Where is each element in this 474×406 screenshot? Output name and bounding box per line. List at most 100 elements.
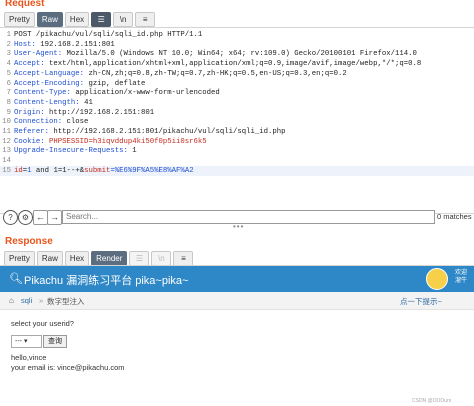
line-number: 4 xyxy=(6,60,11,69)
response-tab-pretty[interactable]: Pretty xyxy=(4,251,35,266)
line-text: Mozilla/5.0 (Windows NT 10.0; Win64; x64… xyxy=(66,50,417,59)
line-text: PHPSESSID xyxy=(49,137,89,146)
newline-toggle-disabled: \n xyxy=(151,251,172,266)
line-text: http://192.168.2.151:801/pikachu/vul/sql… xyxy=(53,128,286,136)
request-line[interactable]: 2 Host: 192.168.2.151:801 xyxy=(0,40,474,50)
request-line[interactable]: 5 Accept-Language: zh-CN,zh;q=0.8,zh-TW;q… xyxy=(0,69,474,79)
settings-gear-icon[interactable]: ⚙ xyxy=(18,210,33,225)
request-line[interactable]: 10 Connection: close xyxy=(0,117,474,127)
line-text: Content-Type: xyxy=(14,89,76,98)
request-line[interactable]: 9 Origin: http://192.168.2.151:801 xyxy=(0,108,474,118)
request-editor[interactable]: 1 POST /pikachu/vul/sqli/sqli_id.php HTTP… xyxy=(0,27,474,214)
breadcrumb-separator: » xyxy=(39,296,44,305)
request-line[interactable]: 7 Content-Type: application/x-www-form-ur… xyxy=(0,88,474,98)
search-input[interactable]: Search... xyxy=(62,210,435,224)
userid-select[interactable]: --- ▾ xyxy=(11,335,42,348)
chevron-down-icon: ▾ xyxy=(23,338,28,345)
line-number: 10 xyxy=(2,118,11,127)
line-text: =h3iqvddup4ki50f0p5ii0sr6k5 xyxy=(88,137,207,146)
line-number: 6 xyxy=(6,79,11,88)
line-text: 1 xyxy=(132,147,137,156)
response-tabs: Pretty Raw Hex Render ☰ \n ≡ xyxy=(4,251,194,266)
line-number: 8 xyxy=(6,98,11,107)
response-title: Response xyxy=(5,236,53,247)
line-text: 41 xyxy=(84,98,93,107)
line-number: 7 xyxy=(6,89,11,98)
request-line[interactable]: 12 Cookie: PHPSESSID=h3iqvddup4ki50f0p5ii… xyxy=(0,137,474,147)
wrap-lines-icon[interactable]: ☰ xyxy=(91,12,112,27)
page-title: Pikachu 漏洞练习平台 pika~pika~ xyxy=(24,275,189,287)
line-text: Accept-Encoding: xyxy=(14,79,89,88)
welcome-text: 欢迎 溜牛 xyxy=(454,270,467,284)
response-tab-raw[interactable]: Raw xyxy=(36,251,63,266)
breadcrumb: ⌂ sqli » 数字型注入 点一下提示~ xyxy=(0,292,474,310)
response-tab-render[interactable]: Render xyxy=(91,251,128,266)
request-line[interactable]: 1 POST /pikachu/vul/sqli/sqli_id.php HTTP… xyxy=(0,30,474,40)
result-hello: hello,vince xyxy=(11,353,47,362)
back-arrow-icon[interactable]: ← xyxy=(33,210,48,225)
home-icon[interactable]: ⌂ xyxy=(9,296,14,305)
line-number: 13 xyxy=(2,147,11,156)
userid-label: select your userid? xyxy=(11,319,74,328)
line-text: text/html,application/xhtml+xml,applicat… xyxy=(49,60,422,69)
line-number: 5 xyxy=(6,69,11,78)
line-text: and 1=1--+& xyxy=(31,166,85,175)
line-number: 15 xyxy=(2,166,11,175)
newline-toggle[interactable]: \n xyxy=(113,12,134,27)
line-number: 3 xyxy=(6,50,11,59)
breadcrumb-current: 数字型注入 xyxy=(47,297,85,306)
request-line[interactable]: 13 Upgrade-Insecure-Requests: 1 xyxy=(0,146,474,156)
line-text: POST /pikachu/vul/sqli/sqli_id.php HTTP/… xyxy=(14,31,203,39)
line-number: 1 xyxy=(6,31,11,39)
resize-handle[interactable]: ••• xyxy=(233,222,244,231)
line-text: Cookie: xyxy=(14,137,50,146)
line-text: http://192.168.2.151:801 xyxy=(49,108,155,117)
line-text: submit xyxy=(84,166,111,175)
response-tab-hex[interactable]: Hex xyxy=(64,251,90,266)
line-text: Referer: xyxy=(14,128,54,136)
request-tabs: Pretty Raw Hex ☰ \n ≡ xyxy=(4,12,156,27)
request-line[interactable]: 3 User-Agent: Mozilla/5.0 (Windows NT 10.… xyxy=(0,49,474,59)
rendered-page: 🔍︎ Pikachu 漏洞练习平台 pika~pika~ 欢迎 溜牛 ⌂ sql… xyxy=(0,265,474,406)
tip-link[interactable]: 点一下提示~ xyxy=(400,296,442,307)
match-count: 0 matches xyxy=(437,212,472,221)
response-menu-icon[interactable]: ≡ xyxy=(173,251,194,266)
request-tab-pretty[interactable]: Pretty xyxy=(4,12,35,27)
line-text: 192.168.2.151:801 xyxy=(40,40,115,49)
request-line[interactable]: 11 Referer: http://192.168.2.151:801/pika… xyxy=(0,127,474,137)
line-text: Connection: xyxy=(14,118,67,127)
line-text: Origin: xyxy=(14,108,50,117)
line-text: User-Agent: xyxy=(14,50,67,59)
watermark: CSDN @OOOurs xyxy=(412,398,452,404)
request-line[interactable]: 8 Content-Length: 41 xyxy=(0,98,474,108)
line-text: zh-CN,zh;q=0.8,zh-TW;q=0.7,zh-HK;q=0.5,e… xyxy=(88,69,347,78)
line-text: =%E6%9F%A5%E8%AF%A2 xyxy=(110,166,194,175)
pikachu-header: 🔍︎ Pikachu 漏洞练习平台 pika~pika~ 欢迎 溜牛 xyxy=(0,266,474,292)
request-line[interactable]: 14 xyxy=(0,156,474,166)
line-text: close xyxy=(66,118,89,127)
line-text: Accept-Language: xyxy=(14,69,89,78)
request-line[interactable]: 6 Accept-Encoding: gzip, deflate xyxy=(0,79,474,89)
line-number: 14 xyxy=(2,157,11,166)
query-button[interactable]: 查询 xyxy=(43,335,67,348)
avatar[interactable] xyxy=(426,268,448,290)
request-tab-hex[interactable]: Hex xyxy=(64,12,90,27)
request-tab-raw[interactable]: Raw xyxy=(36,12,63,27)
request-line[interactable]: 4 Accept: text/html,application/xhtml+xml… xyxy=(0,59,474,69)
wrap-lines-icon-disabled: ☰ xyxy=(129,251,150,266)
line-number: 9 xyxy=(6,108,11,117)
line-text: Accept: xyxy=(14,60,50,69)
line-text: Host: xyxy=(14,40,41,49)
search-icon: 🔍︎ xyxy=(9,273,23,285)
forward-arrow-icon[interactable]: → xyxy=(47,210,62,225)
line-text: Content-Length: xyxy=(14,98,85,107)
line-text: gzip, deflate xyxy=(88,79,146,88)
line-text: Upgrade-Insecure-Requests: xyxy=(14,147,133,156)
request-line[interactable]: 15 id=1 and 1=1--+&submit=%E6%9F%A5%E8%AF… xyxy=(0,165,474,176)
select-value: --- xyxy=(15,338,22,345)
line-text: id xyxy=(14,166,23,175)
breadcrumb-link-sqli[interactable]: sqli xyxy=(21,296,32,305)
line-text: application/x-www-form-urlencoded xyxy=(75,89,220,98)
menu-icon[interactable]: ≡ xyxy=(135,12,156,27)
help-icon[interactable]: ? xyxy=(3,210,18,225)
